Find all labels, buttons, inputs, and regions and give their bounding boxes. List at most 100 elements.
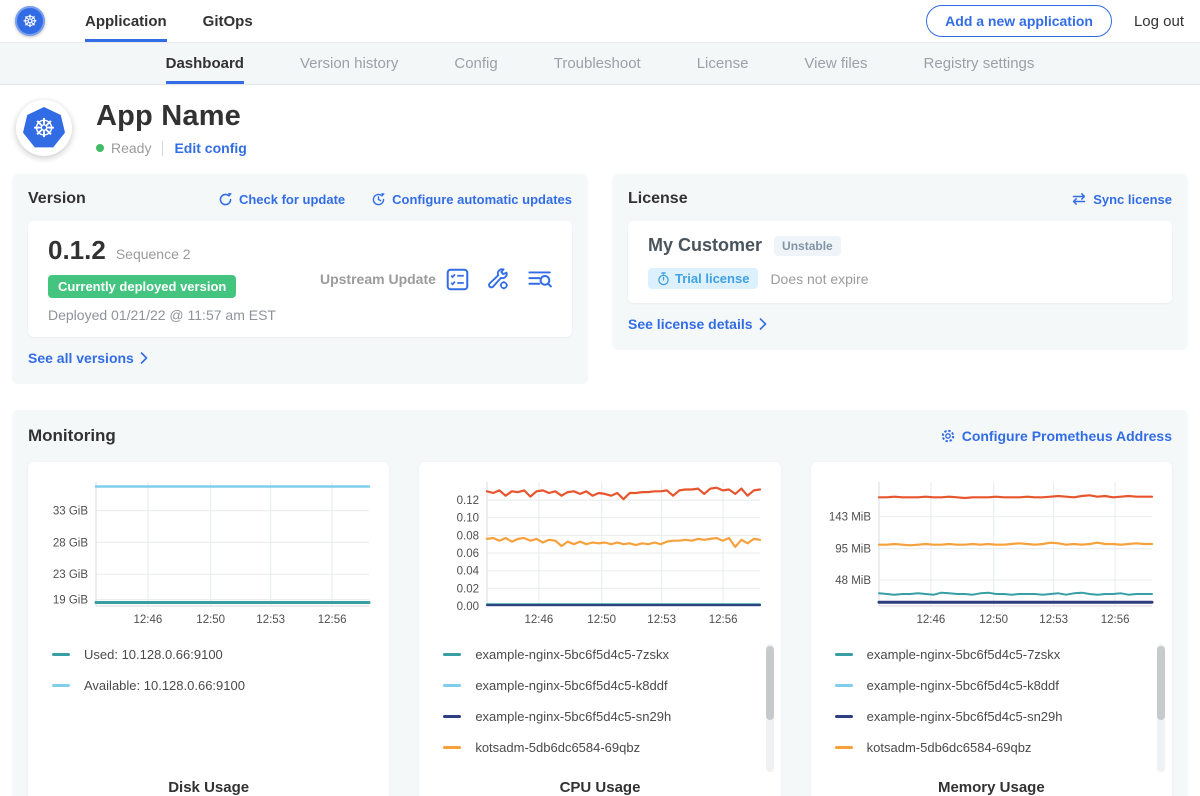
subnav-tab-version-history[interactable]: Version history bbox=[300, 43, 398, 84]
subnav-tab-config[interactable]: Config bbox=[454, 43, 497, 84]
topbar-tab-application[interactable]: Application bbox=[85, 0, 167, 42]
edit-config-link[interactable]: Edit config bbox=[174, 140, 246, 156]
legend-color-dash bbox=[52, 684, 70, 687]
legend-label: kotsadm-5db6dc6584-69qbz bbox=[475, 740, 640, 755]
legend-color-dash bbox=[443, 684, 461, 687]
svg-text:0.10: 0.10 bbox=[457, 513, 479, 525]
svg-text:12:56: 12:56 bbox=[1100, 614, 1129, 626]
legend-item: example-nginx-5bc6f5d4c5-k8ddf bbox=[835, 678, 1160, 693]
legend-label: example-nginx-5bc6f5d4c5-7zskx bbox=[475, 647, 669, 662]
release-label: Upstream Update bbox=[276, 271, 446, 287]
legend-color-dash bbox=[443, 746, 461, 749]
view-files-icon[interactable] bbox=[528, 268, 552, 291]
legend-label: Available: 10.128.0.66:9100 bbox=[84, 678, 245, 693]
svg-text:23 GiB: 23 GiB bbox=[53, 569, 88, 581]
chevron-right-icon bbox=[140, 352, 148, 364]
license-card: License Sync license My Customer Unstabl… bbox=[612, 174, 1188, 350]
legend-item: example-nginx-5bc6f5d4c5-sn29h bbox=[835, 709, 1160, 724]
subnav-tab-license[interactable]: License bbox=[697, 43, 749, 84]
topbar-actions: Add a new application Log out bbox=[926, 0, 1184, 42]
divider bbox=[162, 141, 163, 156]
svg-text:12:46: 12:46 bbox=[525, 614, 554, 626]
legend-item: kotsadm-5db6dc6584-69qbz bbox=[443, 740, 768, 755]
svg-text:33 GiB: 33 GiB bbox=[53, 506, 88, 518]
status-text: Ready bbox=[111, 140, 151, 156]
disk-usage-title: Disk Usage bbox=[40, 777, 377, 796]
svg-text:0.06: 0.06 bbox=[457, 548, 479, 560]
svg-text:48 MiB: 48 MiB bbox=[835, 575, 871, 587]
legend-color-dash bbox=[835, 653, 853, 656]
legend-scrollbar-thumb[interactable] bbox=[766, 646, 774, 720]
current-version-row: 0.1.2 Sequence 2 Currently deployed vers… bbox=[28, 221, 572, 337]
svg-text:28 GiB: 28 GiB bbox=[53, 537, 88, 549]
page-title: App Name bbox=[96, 100, 247, 133]
legend-label: example-nginx-5bc6f5d4c5-k8ddf bbox=[867, 678, 1059, 693]
svg-text:95 MiB: 95 MiB bbox=[835, 544, 871, 556]
svg-text:12:46: 12:46 bbox=[916, 614, 945, 626]
cpu-usage-plot: 0.120.100.080.060.040.020.0012:4612:5012… bbox=[431, 474, 768, 632]
stopwatch-icon bbox=[657, 272, 670, 286]
svg-text:0.04: 0.04 bbox=[457, 566, 480, 578]
legend-item: kotsadm-5db6dc6584-69qbz bbox=[835, 740, 1160, 755]
disk-usage-legend: Used: 10.128.0.66:9100 Available: 10.128… bbox=[40, 647, 377, 777]
subnav-tab-troubleshoot[interactable]: Troubleshoot bbox=[554, 43, 641, 84]
preflight-checks-icon[interactable] bbox=[446, 268, 469, 291]
top-navigation-bar: ☸ Application GitOps Add a new applicatio… bbox=[0, 0, 1200, 42]
subnav-tab-registry-settings[interactable]: Registry settings bbox=[924, 43, 1035, 84]
subnav-tab-view-files[interactable]: View files bbox=[804, 43, 867, 84]
license-card-title: License bbox=[628, 190, 688, 208]
svg-text:12:50: 12:50 bbox=[979, 614, 1008, 626]
legend-scrollbar bbox=[1157, 644, 1165, 772]
cpu-usage-legend: example-nginx-5bc6f5d4c5-7zskx example-n… bbox=[431, 647, 768, 777]
topbar-tab-gitops[interactable]: GitOps bbox=[203, 0, 253, 42]
sync-license-button[interactable]: Sync license bbox=[1071, 192, 1172, 207]
svg-text:0.02: 0.02 bbox=[457, 583, 479, 595]
svg-text:12:46: 12:46 bbox=[134, 614, 163, 626]
legend-color-dash bbox=[52, 653, 70, 656]
svg-text:19 GiB: 19 GiB bbox=[53, 595, 88, 607]
configure-automatic-updates-button[interactable]: Configure automatic updates bbox=[371, 192, 572, 207]
see-all-versions-link[interactable]: See all versions bbox=[28, 350, 148, 366]
svg-text:12:56: 12:56 bbox=[709, 614, 738, 626]
app-header: ☸ App Name Ready Edit config bbox=[0, 85, 1200, 174]
legend-label: example-nginx-5bc6f5d4c5-7zskx bbox=[867, 647, 1061, 662]
version-sequence: Sequence 2 bbox=[116, 246, 191, 262]
svg-text:12:56: 12:56 bbox=[318, 614, 347, 626]
currently-deployed-badge: Currently deployed version bbox=[48, 275, 236, 298]
topbar-tabs: Application GitOps bbox=[85, 0, 253, 42]
legend-label: Used: 10.128.0.66:9100 bbox=[84, 647, 223, 662]
app-icon: ☸ bbox=[16, 100, 72, 156]
logout-button[interactable]: Log out bbox=[1134, 13, 1184, 30]
brand-logo[interactable]: ☸ bbox=[15, 0, 45, 42]
svg-text:143 MiB: 143 MiB bbox=[828, 512, 871, 524]
schedule-update-icon bbox=[371, 192, 386, 207]
cpu-usage-title: CPU Usage bbox=[431, 777, 768, 796]
legend-item: example-nginx-5bc6f5d4c5-7zskx bbox=[443, 647, 768, 662]
legend-scrollbar bbox=[766, 644, 774, 772]
gear-icon bbox=[940, 428, 956, 444]
see-license-details-link[interactable]: See license details bbox=[628, 316, 767, 332]
legend-label: example-nginx-5bc6f5d4c5-sn29h bbox=[867, 709, 1063, 724]
cpu-usage-chart-card: 0.120.100.080.060.040.020.0012:4612:5012… bbox=[419, 462, 780, 796]
configure-prometheus-button[interactable]: Configure Prometheus Address bbox=[940, 428, 1172, 444]
check-for-update-button[interactable]: Check for update bbox=[218, 192, 345, 207]
legend-item: example-nginx-5bc6f5d4c5-sn29h bbox=[443, 709, 768, 724]
version-card-title: Version bbox=[28, 190, 86, 208]
memory-usage-plot: 143 MiB95 MiB48 MiB12:4612:5012:5312:56 bbox=[823, 474, 1160, 632]
deployed-timestamp: Deployed 01/21/22 @ 11:57 am EST bbox=[48, 307, 276, 323]
svg-text:0.08: 0.08 bbox=[457, 530, 479, 542]
kubernetes-app-icon: ☸ bbox=[23, 107, 65, 149]
legend-label: example-nginx-5bc6f5d4c5-sn29h bbox=[475, 709, 671, 724]
subnav-tab-dashboard[interactable]: Dashboard bbox=[166, 43, 244, 84]
trial-license-badge: Trial license bbox=[648, 268, 758, 289]
legend-scrollbar-thumb[interactable] bbox=[1157, 646, 1165, 720]
add-new-application-button[interactable]: Add a new application bbox=[926, 5, 1112, 37]
legend-color-dash bbox=[835, 684, 853, 687]
edit-config-icon[interactable] bbox=[487, 268, 510, 291]
legend-color-dash bbox=[443, 653, 461, 656]
legend-item: Used: 10.128.0.66:9100 bbox=[52, 647, 377, 662]
memory-usage-legend: example-nginx-5bc6f5d4c5-7zskx example-n… bbox=[823, 647, 1160, 777]
memory-usage-chart-card: 143 MiB95 MiB48 MiB12:4612:5012:5312:56 … bbox=[811, 462, 1172, 796]
legend-item: Available: 10.128.0.66:9100 bbox=[52, 678, 377, 693]
license-summary-row: My Customer Unstable Trial license Does … bbox=[628, 221, 1172, 303]
